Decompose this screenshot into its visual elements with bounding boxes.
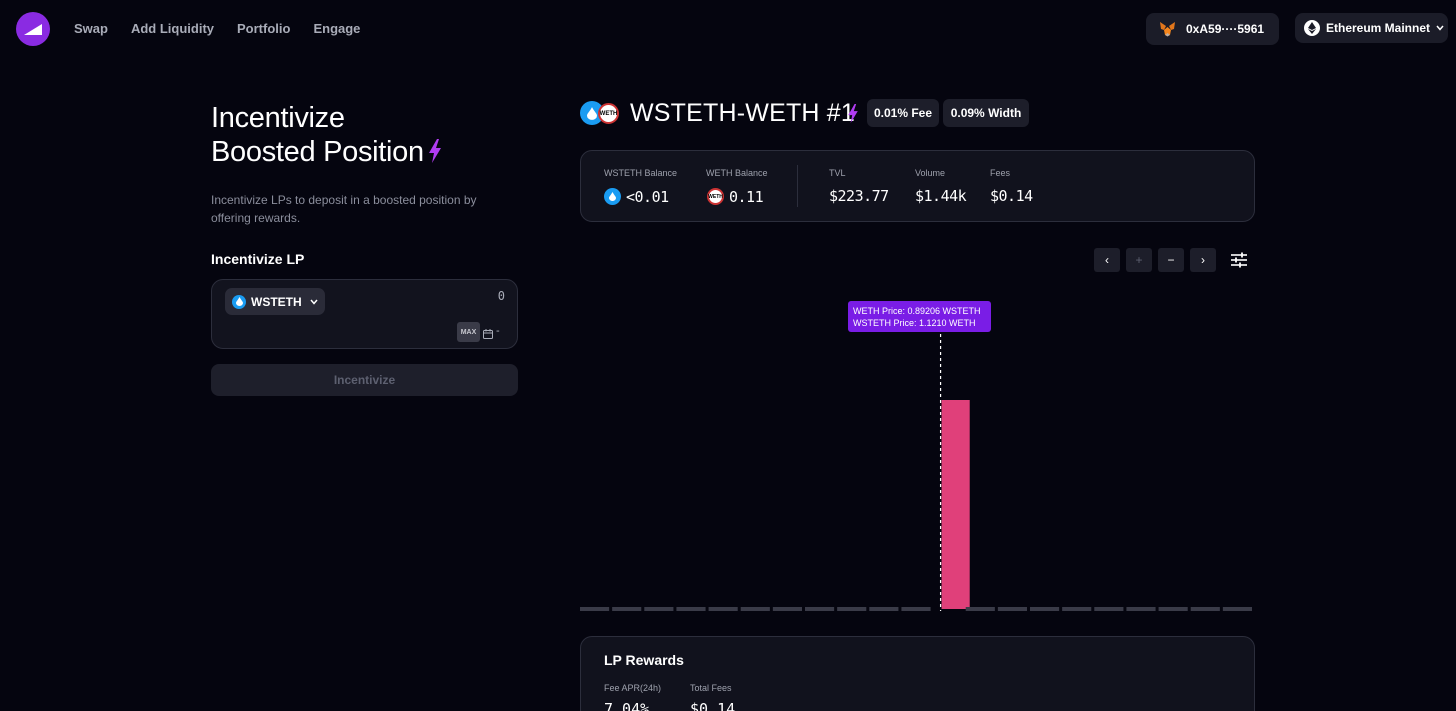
tvl-value: $223.77 — [829, 187, 889, 205]
chart-prev-button[interactable]: ‹ — [1094, 248, 1120, 272]
fee-badge: 0.01% Fee — [867, 99, 939, 127]
network-label: Ethereum Mainnet — [1326, 21, 1431, 35]
nav-add-liquidity[interactable]: Add Liquidity — [131, 21, 214, 36]
sliders-settings-icon[interactable] — [1230, 251, 1248, 274]
network-selector[interactable]: Ethereum Mainnet — [1295, 13, 1448, 43]
liquidity-bar-10[interactable] — [901, 607, 931, 611]
volume-label: Volume — [915, 168, 946, 178]
nav-portfolio[interactable]: Portfolio — [237, 21, 290, 36]
incentivize-lp-label: Incentivize LP — [211, 251, 305, 267]
page-title: Incentivize Boosted Position — [211, 101, 531, 171]
end-date-value[interactable]: - — [496, 325, 500, 337]
liquidity-bar-19[interactable] — [1190, 607, 1220, 611]
total-fees-value: $0.14 — [690, 700, 736, 711]
liquidity-bar-17[interactable] — [1126, 607, 1156, 611]
liquidity-bar-15[interactable] — [1062, 607, 1092, 611]
chart-logo-icon — [24, 24, 42, 35]
liquidity-bar-0[interactable] — [580, 607, 610, 611]
chevron-down-icon — [1436, 25, 1444, 31]
liquidity-distribution-chart — [580, 334, 1252, 611]
main-nav: Swap Add Liquidity Portfolio Engage — [74, 21, 360, 36]
volume-value: $1.44k — [915, 187, 967, 205]
liquidity-bar-1[interactable] — [612, 607, 642, 611]
wsteth-balance-value: <0.01 — [626, 188, 669, 206]
incentivize-button[interactable]: Incentivize — [211, 364, 518, 396]
liquidity-bar-16[interactable] — [1094, 607, 1124, 611]
reward-token-input-box: WSTETH MAX - — [211, 279, 518, 349]
liquidity-bar-3[interactable] — [676, 607, 706, 611]
liquidity-bar-7[interactable] — [805, 607, 835, 611]
fee-apr-label: Fee APR(24h) — [604, 683, 662, 693]
weth-token-icon: WETH — [707, 188, 724, 205]
pair-token-icons: WETH — [580, 101, 622, 125]
weth-price-line: WETH Price: 0.89206 WSTETH — [853, 306, 981, 316]
liquidity-bar-8[interactable] — [837, 607, 867, 611]
fees-label: Fees — [990, 168, 1011, 178]
chart-zoom-out-button[interactable]: − — [1158, 248, 1184, 272]
liquidity-bar-11[interactable] — [941, 400, 970, 609]
wallet-address: 0xA59····5961 — [1186, 22, 1265, 36]
stats-divider — [797, 165, 798, 207]
pool-stats-card: WSTETH Balance <0.01 WETH Balance WETH 0… — [580, 150, 1255, 222]
reward-amount-input[interactable] — [385, 289, 505, 303]
token-selector[interactable]: WSTETH — [225, 288, 325, 315]
token-selector-label: WSTETH — [251, 294, 302, 309]
width-badge: 0.09% Width — [943, 99, 1029, 127]
nav-engage[interactable]: Engage — [313, 21, 360, 36]
liquidity-bar-14[interactable] — [1030, 607, 1060, 611]
wsteth-balance-label: WSTETH Balance — [604, 168, 678, 178]
chevron-down-icon — [310, 299, 318, 305]
page-title-line1: Incentivize — [211, 102, 345, 134]
price-tooltip: WETH Price: 0.89206 WSTETH WSTETH Price:… — [848, 301, 991, 332]
calendar-icon[interactable] — [483, 326, 493, 344]
pair-title: WSTETH-WETH #1 — [630, 99, 856, 127]
weth-token-icon: WETH — [598, 103, 619, 124]
wsteth-token-icon — [604, 188, 621, 205]
lp-rewards-title: LP Rewards — [604, 652, 684, 668]
wsteth-token-icon — [232, 294, 246, 309]
ethereum-icon — [1304, 20, 1320, 36]
liquidity-bar-20[interactable] — [1222, 607, 1252, 611]
lightning-icon — [428, 137, 442, 171]
weth-balance-value: 0.11 — [729, 188, 764, 206]
liquidity-bar-12[interactable] — [965, 607, 995, 611]
chart-next-button[interactable]: › — [1190, 248, 1216, 272]
metamask-fox-icon — [1160, 22, 1175, 37]
lp-rewards-card: LP Rewards Fee APR(24h) 7.04% Total Fees… — [580, 636, 1255, 711]
liquidity-bar-2[interactable] — [644, 607, 674, 611]
tvl-label: TVL — [829, 168, 846, 178]
liquidity-bar-13[interactable] — [997, 607, 1027, 611]
max-button[interactable]: MAX — [457, 322, 480, 342]
liquidity-bar-5[interactable] — [740, 607, 770, 611]
app-logo[interactable] — [16, 12, 50, 46]
nav-swap[interactable]: Swap — [74, 21, 108, 36]
liquidity-bar-18[interactable] — [1158, 607, 1188, 611]
wallet-button[interactable]: 0xA59····5961 — [1146, 13, 1279, 45]
liquidity-bar-9[interactable] — [869, 607, 899, 611]
page-title-line2: Boosted Position — [211, 136, 424, 168]
liquidity-bar-4[interactable] — [708, 607, 738, 611]
total-fees-label: Total Fees — [690, 683, 732, 693]
liquidity-bar-6[interactable] — [772, 607, 802, 611]
wsteth-price-line: WSTETH Price: 1.1210 WETH — [853, 318, 976, 328]
page-subtitle: Incentivize LPs to deposit in a boosted … — [211, 193, 477, 225]
lightning-icon — [847, 104, 859, 128]
weth-balance-label: WETH Balance — [706, 168, 768, 178]
chart-zoom-in-button[interactable]: + — [1126, 248, 1152, 272]
fees-value: $0.14 — [990, 187, 1033, 205]
fee-apr-value: 7.04% — [604, 700, 650, 711]
